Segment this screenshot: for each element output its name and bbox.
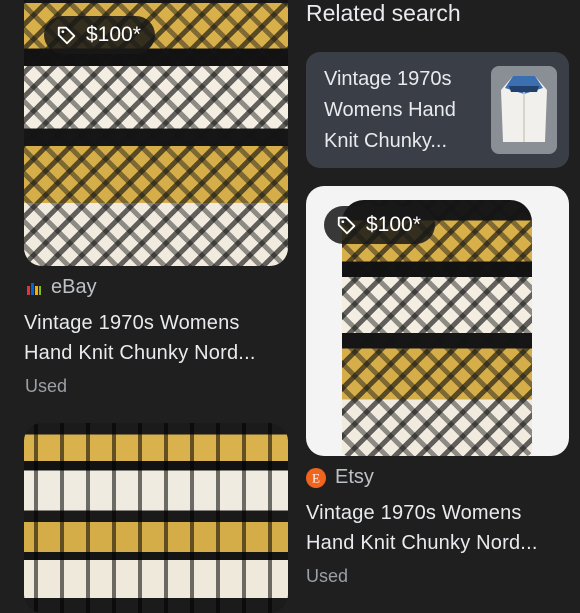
- price-label: $100*: [366, 213, 421, 236]
- related-line: Knit Chunky...: [324, 130, 448, 152]
- related-search-text: Vintage 1970s Womens Hand Knit Chunky...: [324, 64, 484, 157]
- price-label: $100*: [86, 23, 141, 46]
- source-name: eBay: [51, 276, 97, 298]
- product-title-ebay[interactable]: Vintage 1970s Womens Hand Knit Chunky No…: [24, 308, 256, 368]
- price-badge: $100*: [44, 16, 155, 54]
- related-line: Vintage 1970s: [324, 68, 452, 90]
- related-search-heading: Related search: [306, 0, 461, 26]
- tag-icon: [337, 216, 356, 235]
- source-ebay[interactable]: eBay: [26, 276, 97, 299]
- sweater-image: [24, 423, 288, 613]
- product-title-etsy[interactable]: Vintage 1970s Womens Hand Knit Chunky No…: [306, 498, 538, 558]
- related-search-card[interactable]: Vintage 1970s Womens Hand Knit Chunky...: [306, 52, 569, 168]
- etsy-logo-icon: E: [306, 467, 326, 488]
- title-line: Hand Knit Chunky Nord...: [24, 342, 256, 364]
- condition-label: Used: [306, 566, 349, 586]
- source-name: Etsy: [335, 466, 374, 488]
- tag-icon: [57, 26, 76, 45]
- condition-label: Used: [25, 376, 68, 396]
- title-line: Vintage 1970s Womens: [306, 502, 522, 524]
- price-badge: $100*: [324, 206, 435, 244]
- product-image-third[interactable]: [24, 423, 288, 613]
- source-etsy[interactable]: E Etsy: [306, 466, 374, 489]
- related-line: Womens Hand: [324, 99, 456, 121]
- title-line: Vintage 1970s Womens: [24, 312, 240, 334]
- title-line: Hand Knit Chunky Nord...: [306, 532, 538, 554]
- svg-text:E: E: [312, 470, 320, 485]
- ebay-logo-icon: [27, 282, 41, 295]
- related-thumbnail: [491, 66, 557, 154]
- cardigan-image: [501, 76, 547, 142]
